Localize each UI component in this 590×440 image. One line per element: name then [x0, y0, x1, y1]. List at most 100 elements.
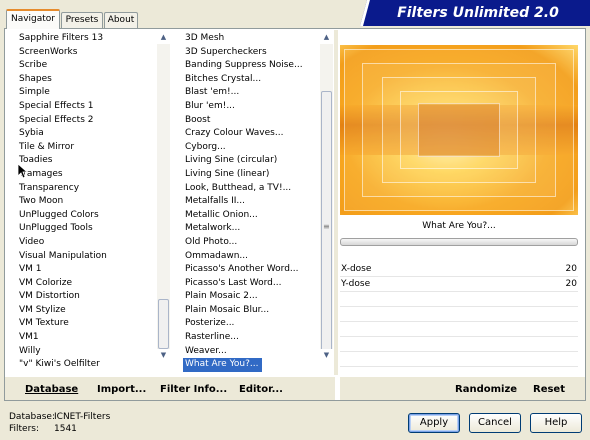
- filter-item[interactable]: Ommadawn...: [183, 250, 323, 264]
- scroll-up-icon[interactable]: ▲: [320, 31, 333, 44]
- filter-item-label: Picasso's Another Word...: [185, 264, 299, 275]
- filter-item[interactable]: Rasterline...: [183, 331, 323, 345]
- filter-item[interactable]: Look, Butthead, a TV!...: [183, 182, 323, 196]
- category-item-label: Visual Manipulation: [19, 250, 107, 261]
- category-item[interactable]: Willy: [17, 345, 157, 359]
- scroll-down-icon[interactable]: ▼: [157, 349, 170, 362]
- category-item-label: Special Effects 2: [19, 114, 94, 125]
- database-label: Database:: [9, 412, 55, 422]
- filter-info-button[interactable]: Filter Info...: [160, 384, 227, 395]
- category-item[interactable]: Tile & Mirror: [17, 141, 157, 155]
- category-item[interactable]: Visual Manipulation: [17, 250, 157, 264]
- category-item-label: VM Texture: [19, 318, 69, 329]
- reset-button[interactable]: Reset: [533, 384, 565, 395]
- category-item[interactable]: Transparency: [17, 182, 157, 196]
- category-scrollbar[interactable]: ▲ ▼: [157, 31, 170, 362]
- filter-item-label: Look, Butthead, a TV!...: [185, 182, 292, 193]
- category-item[interactable]: Sybia: [17, 127, 157, 141]
- category-item-label: Tramages: [19, 168, 63, 179]
- category-item-label: VM Distortion: [19, 291, 80, 302]
- category-item[interactable]: VM Stylize: [17, 304, 157, 318]
- filter-item[interactable]: Weaver...: [183, 345, 323, 359]
- divider: [340, 291, 578, 292]
- filter-item[interactable]: Posterize...: [183, 317, 323, 331]
- filter-item[interactable]: Blur 'em!...: [183, 100, 323, 114]
- filter-item[interactable]: Boost: [183, 114, 323, 128]
- category-item[interactable]: Sapphire Filters 13: [17, 32, 157, 46]
- category-item[interactable]: "v" Kiwi's Oelfilter: [17, 358, 157, 372]
- cancel-button[interactable]: Cancel: [469, 413, 521, 433]
- category-list[interactable]: Sapphire Filters 13 ScreenWorks Scribe Shap…: [17, 32, 157, 372]
- category-item[interactable]: Simple: [17, 86, 157, 100]
- filter-item[interactable]: Metallic Onion...: [183, 209, 323, 223]
- divider: [340, 336, 578, 337]
- database-button[interactable]: Database: [25, 384, 78, 395]
- category-item-label: Willy: [19, 345, 41, 356]
- scroll-up-icon[interactable]: ▲: [157, 31, 170, 44]
- filter-item[interactable]: Living Sine (linear): [183, 168, 323, 182]
- filter-item-label: Rasterline...: [185, 332, 239, 343]
- category-item[interactable]: Tramages: [17, 168, 157, 182]
- filter-item[interactable]: Plain Mosaic Blur...: [183, 304, 323, 318]
- filter-item[interactable]: 3D Supercheckers: [183, 46, 323, 60]
- filter-item[interactable]: Living Sine (circular): [183, 154, 323, 168]
- category-item-label: Sybia: [19, 128, 44, 139]
- filter-item-label: Weaver...: [185, 345, 227, 356]
- category-item[interactable]: Toadies: [17, 154, 157, 168]
- category-item-label: ScreenWorks: [19, 46, 78, 57]
- category-item-label: Special Effects 1: [19, 100, 94, 111]
- filter-item[interactable]: Banding Suppress Noise...: [183, 59, 323, 73]
- apply-button[interactable]: Apply: [408, 413, 460, 433]
- filter-item[interactable]: Metalfalls II...: [183, 195, 323, 209]
- filter-item-label: 3D Supercheckers: [185, 46, 267, 57]
- category-item[interactable]: Special Effects 2: [17, 114, 157, 128]
- category-item[interactable]: VM Distortion: [17, 290, 157, 304]
- category-item[interactable]: VM1: [17, 331, 157, 345]
- filters-count-value: 1541: [54, 424, 77, 434]
- help-button[interactable]: Help: [530, 413, 582, 433]
- category-item-label: VM Stylize: [19, 304, 66, 315]
- tab-about[interactable]: About: [104, 12, 138, 28]
- editor-button[interactable]: Editor...: [239, 384, 283, 395]
- category-item[interactable]: VM Texture: [17, 317, 157, 331]
- filter-item-label: 3D Mesh: [185, 33, 225, 43]
- randomize-button[interactable]: Randomize: [455, 384, 517, 395]
- filter-item[interactable]: Old Photo...: [183, 236, 323, 250]
- filter-scrollbar[interactable]: ▲ ▼: [320, 31, 333, 362]
- filter-item[interactable]: Metalwork...: [183, 222, 323, 236]
- filter-item[interactable]: Picasso's Last Word...: [183, 277, 323, 291]
- filter-item[interactable]: 3D Mesh: [183, 32, 323, 46]
- filter-item-label: Bitches Crystal...: [185, 73, 262, 84]
- param-label-y: Y-dose: [341, 279, 371, 289]
- category-item-label: Scribe: [19, 60, 48, 71]
- category-item[interactable]: Scribe: [17, 59, 157, 73]
- splitter-grip-icon: ≡: [323, 222, 330, 231]
- tab-presets[interactable]: Presets: [61, 12, 103, 28]
- category-item[interactable]: VM 1: [17, 263, 157, 277]
- category-item[interactable]: Two Moon: [17, 195, 157, 209]
- category-item-label: Tile & Mirror: [19, 141, 75, 152]
- category-item[interactable]: Video: [17, 236, 157, 250]
- filter-list[interactable]: 3D Mesh 3D Supercheckers Banding Suppress …: [183, 32, 323, 372]
- filter-item[interactable]: Picasso's Another Word...: [183, 263, 323, 277]
- category-item-label: Video: [19, 236, 45, 247]
- filter-item[interactable]: Plain Mosaic 2...: [183, 290, 323, 304]
- panel-splitter[interactable]: [334, 30, 338, 375]
- filter-item[interactable]: Cyborg...: [183, 141, 323, 155]
- divider: [340, 366, 578, 367]
- category-item[interactable]: UnPlugged Tools: [17, 222, 157, 236]
- filter-item[interactable]: Blast 'em!...: [183, 86, 323, 100]
- category-item[interactable]: Special Effects 1: [17, 100, 157, 114]
- category-item[interactable]: Shapes: [17, 73, 157, 87]
- scroll-thumb[interactable]: [158, 299, 169, 349]
- param-label-x: X-dose: [341, 264, 372, 274]
- scroll-down-icon[interactable]: ▼: [320, 349, 333, 362]
- category-item[interactable]: VM Colorize: [17, 277, 157, 291]
- tab-navigator[interactable]: Navigator: [6, 9, 60, 29]
- filter-item[interactable]: Bitches Crystal...: [183, 73, 323, 87]
- category-item[interactable]: UnPlugged Colors: [17, 209, 157, 223]
- category-item[interactable]: ScreenWorks: [17, 46, 157, 60]
- filter-item[interactable]: What Are You?...: [183, 358, 323, 372]
- filter-item[interactable]: Crazy Colour Waves...: [183, 127, 323, 141]
- import-button[interactable]: Import...: [97, 384, 146, 395]
